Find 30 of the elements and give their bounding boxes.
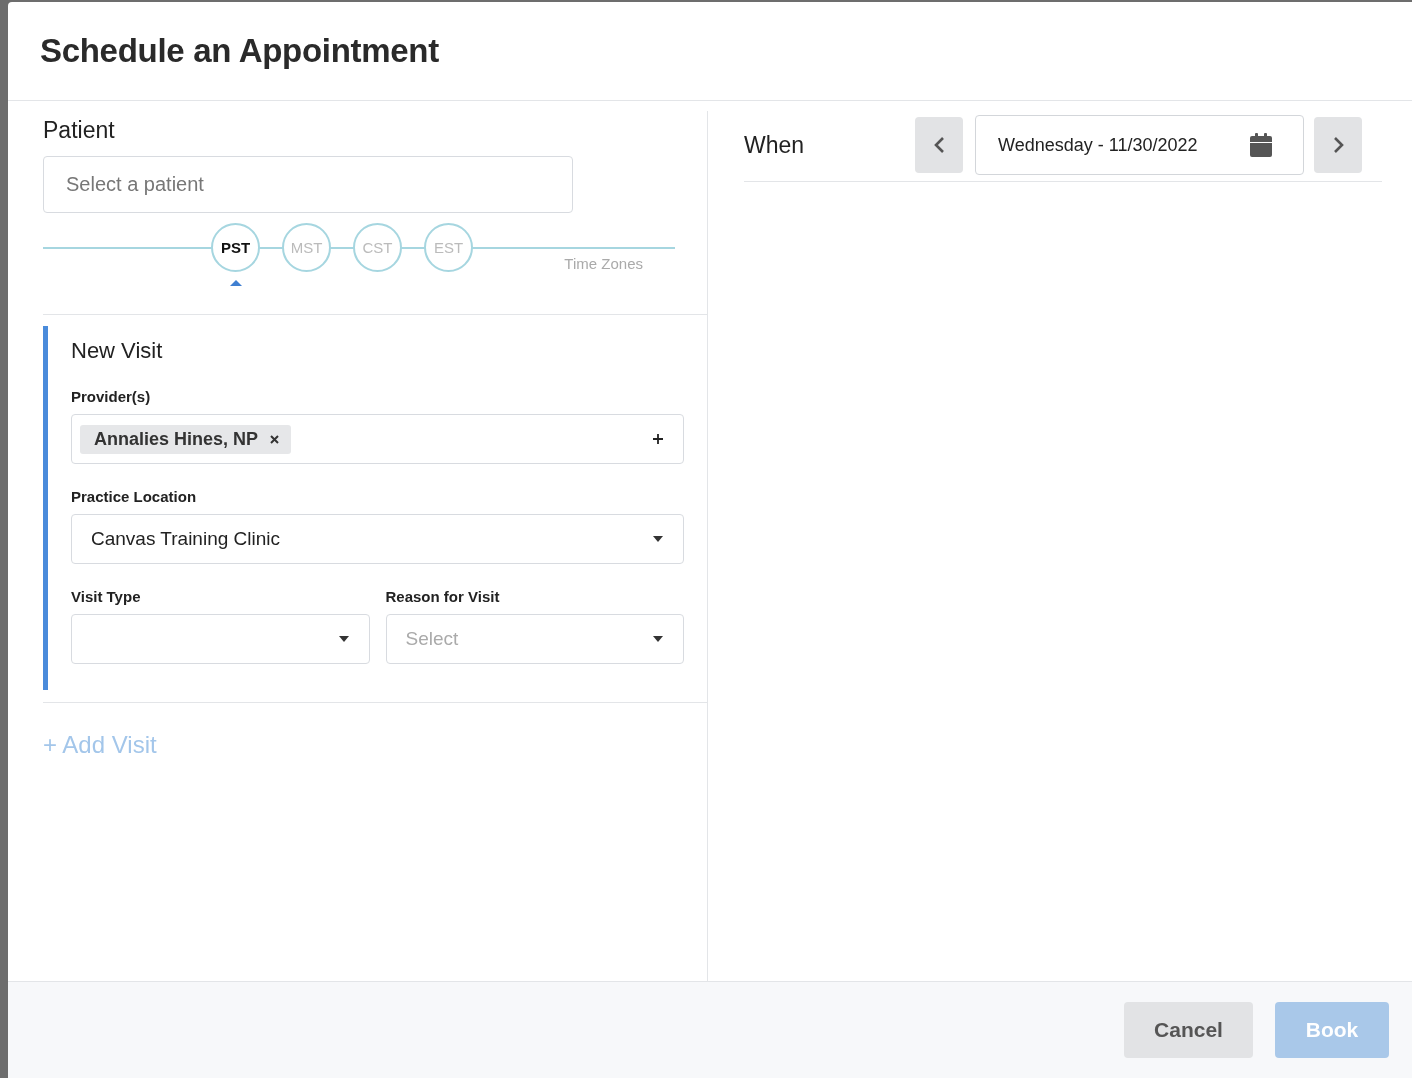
time-zones-label: Time Zones — [564, 255, 643, 272]
reason-dropdown[interactable]: Select — [385, 614, 684, 664]
time-zone-option[interactable]: CST — [353, 223, 402, 272]
chevron-left-icon — [933, 136, 945, 154]
chevron-right-icon — [1332, 136, 1344, 154]
cancel-button[interactable]: Cancel — [1124, 1002, 1253, 1058]
remove-icon[interactable] — [270, 434, 280, 444]
location-dropdown[interactable]: Canvas Training Clinic — [71, 514, 684, 564]
when-label: When — [744, 131, 806, 159]
time-zone-option[interactable]: PST — [211, 223, 260, 272]
providers-field[interactable]: Annalies Hines, NP — [71, 414, 684, 464]
field-label: Practice Location — [71, 488, 198, 505]
dropdown-caret-icon — [338, 636, 349, 642]
visit-title: New Visit — [71, 338, 164, 364]
dropdown-caret-icon — [653, 636, 663, 642]
calendar-icon[interactable] — [1250, 133, 1272, 157]
field-label: Provider(s) — [71, 388, 152, 405]
field-label: Reason for Visit — [385, 588, 501, 605]
provider-name: Annalies Hines, NP — [94, 428, 259, 450]
add-icon[interactable] — [653, 434, 663, 444]
patient-label: Patient — [43, 117, 116, 144]
selected-indicator-icon — [229, 280, 242, 286]
time-zone-option[interactable]: EST — [424, 223, 473, 272]
dialog-title: Schedule an Appointment — [40, 32, 439, 70]
date-field[interactable]: Wednesday - 11/30/2022 — [975, 115, 1304, 175]
field-label: Visit Type — [71, 588, 142, 605]
time-zone-option[interactable]: MST — [282, 223, 331, 272]
add-visit-link[interactable]: + Add Visit — [43, 731, 157, 759]
patient-search-field[interactable]: Select a patient — [43, 156, 573, 213]
dropdown-caret-icon — [653, 536, 663, 542]
